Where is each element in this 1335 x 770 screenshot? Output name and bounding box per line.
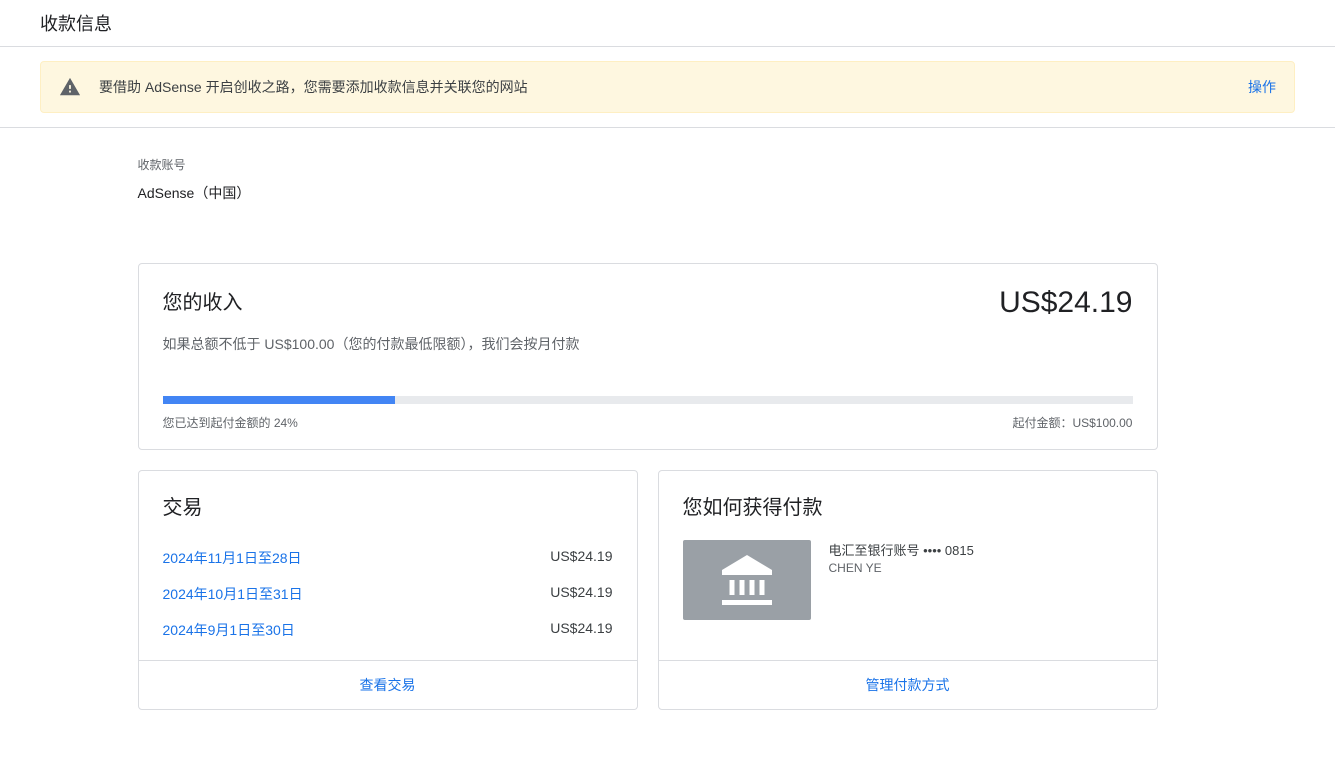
transaction-amount: US$24.19 (550, 620, 612, 640)
progress-percent-label: 您已达到起付金额的 24% (163, 414, 298, 431)
earnings-subtitle: 如果总额不低于 US$100.00（您的付款最低限额），我们会按月付款 (163, 334, 1133, 354)
progress-bar (163, 396, 1133, 404)
payment-method-card: 您如何获得付款 电汇至银行账号 •••• 0815 CHEN YE 管理付款方式 (658, 470, 1158, 710)
warning-icon (59, 76, 81, 98)
payment-account-block: 收款账号 AdSense（中国） (138, 156, 1158, 203)
view-transactions-link[interactable]: 查看交易 (360, 677, 416, 693)
earnings-title: 您的收入 (163, 286, 243, 315)
transaction-row: 2024年9月1日至30日 US$24.19 (163, 612, 613, 648)
progress-fill (163, 396, 396, 404)
payment-method-holder: CHEN YE (829, 561, 974, 575)
transaction-amount: US$24.19 (550, 548, 612, 568)
threshold-label: 起付金额：US$100.00 (1012, 414, 1132, 431)
transaction-amount: US$24.19 (550, 584, 612, 604)
transactions-card: 交易 2024年11月1日至28日 US$24.19 2024年10月1日至31… (138, 470, 638, 710)
page-title: 收款信息 (0, 0, 1335, 47)
alert-action-link[interactable]: 操作 (1248, 77, 1276, 97)
payment-method-title: 您如何获得付款 (683, 491, 1133, 520)
account-value: AdSense（中国） (138, 183, 1158, 203)
transactions-title: 交易 (163, 491, 613, 520)
manage-payment-method-link[interactable]: 管理付款方式 (866, 677, 950, 693)
transaction-row: 2024年10月1日至31日 US$24.19 (163, 576, 613, 612)
alert-message: 要借助 AdSense 开启创收之路，您需要添加收款信息并关联您的网站 (99, 77, 528, 97)
setup-alert: 要借助 AdSense 开启创收之路，您需要添加收款信息并关联您的网站 操作 (40, 61, 1295, 113)
transaction-date-link[interactable]: 2024年9月1日至30日 (163, 620, 295, 640)
payment-method-description: 电汇至银行账号 •••• 0815 (829, 540, 974, 559)
account-label: 收款账号 (138, 156, 1158, 173)
transaction-row: 2024年11月1日至28日 US$24.19 (163, 540, 613, 576)
transaction-date-link[interactable]: 2024年11月1日至28日 (163, 548, 302, 568)
bank-icon (683, 540, 811, 620)
transaction-date-link[interactable]: 2024年10月1日至31日 (163, 584, 303, 604)
earnings-card: 您的收入 US$24.19 如果总额不低于 US$100.00（您的付款最低限额… (138, 263, 1158, 450)
earnings-amount: US$24.19 (999, 286, 1132, 320)
